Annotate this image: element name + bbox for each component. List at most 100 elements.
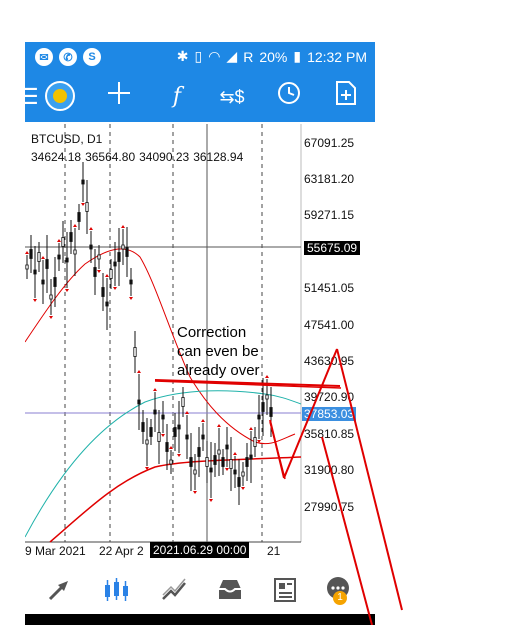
candle-body: [121, 244, 125, 250]
fractal-up-arrow: [137, 370, 141, 373]
candle-body: [37, 252, 41, 262]
fractal-up-arrow: [249, 427, 253, 430]
candle-body: [149, 427, 153, 437]
candle-body: [185, 434, 189, 440]
menu-icon[interactable]: ☰: [25, 80, 39, 114]
candle-body: [197, 447, 201, 457]
candle-body: [257, 414, 261, 420]
candle-body: [165, 442, 169, 452]
fractal-up-arrow: [265, 375, 269, 378]
annotation-line: already over: [177, 362, 260, 379]
candle-body: [173, 427, 177, 437]
candle-body: [153, 409, 157, 415]
candle-body: [113, 261, 117, 267]
battery-percent: 20%: [259, 48, 288, 65]
fractal-up-arrow: [89, 227, 93, 230]
candle-body: [265, 394, 269, 400]
annotation-line: can even be: [177, 343, 259, 360]
high-value: 36564.80: [85, 150, 136, 164]
fractal-down-arrow: [241, 487, 245, 490]
candle-body: [137, 399, 141, 405]
symbol-label: BTCUSD, D1: [31, 132, 103, 146]
candle-body: [45, 259, 49, 269]
price-tick: 39720.90: [304, 390, 355, 404]
candle-body: [225, 444, 229, 450]
candle-body: [233, 469, 237, 475]
open-value: 34624.18: [31, 150, 82, 164]
candle-body: [109, 269, 113, 279]
candle-body: [93, 267, 97, 277]
candle-body: [29, 249, 33, 259]
price-tick: 47541.00: [304, 318, 355, 332]
fractal-down-arrow: [193, 491, 197, 494]
bottom-nav: 1: [25, 562, 375, 617]
candle-body: [205, 457, 209, 467]
indicators-icon[interactable]: f: [160, 80, 194, 114]
fractal-up-arrow: [41, 256, 45, 259]
fractal-up-arrow: [153, 388, 157, 391]
fractal-up-arrow: [217, 424, 221, 427]
price-tick: 31900.80: [304, 463, 355, 477]
candle-body: [49, 294, 53, 300]
fractal-down-arrow: [49, 316, 53, 319]
candle-body: [133, 347, 137, 357]
crosshair-date-label: 2021.06.29 00:00: [150, 542, 250, 558]
message-icon: ✉: [35, 48, 53, 66]
candle-body: [101, 287, 105, 297]
candle-body: [129, 279, 133, 285]
fractal-up-arrow: [73, 224, 77, 227]
candle-body: [269, 407, 273, 417]
news-icon[interactable]: [268, 574, 302, 606]
price-tick: 27990.75: [304, 500, 355, 514]
fractal-down-arrow: [65, 289, 69, 292]
history-icon[interactable]: [157, 574, 191, 606]
crosshair-price-label: 55675.09: [304, 241, 361, 255]
candle-body: [193, 469, 197, 475]
candle-body: [217, 449, 221, 455]
status-bar: ✉ ✆ S ✱ ▯ ◠ ◢ R 20% ▮ 12:32 PM: [25, 42, 375, 72]
candle-body: [65, 257, 69, 263]
candle-body: [177, 424, 181, 430]
trade-icon[interactable]: [43, 574, 77, 606]
candle-body: [181, 397, 185, 407]
drawn-line: [269, 421, 286, 480]
candle-body: [189, 457, 193, 467]
current-price-label: 37853.03: [302, 407, 357, 421]
candle-body: [245, 457, 249, 467]
ohlc-values: 34624.18 36564.80 34090.23 36128.94: [31, 150, 243, 164]
candle-body: [141, 422, 145, 432]
fractal-up-arrow: [169, 446, 173, 449]
timeframe-icon[interactable]: [272, 80, 306, 114]
chat-icon[interactable]: 1: [321, 574, 355, 606]
candle-body: [89, 244, 93, 250]
date-tick: 21: [267, 544, 281, 558]
objects-icon[interactable]: ⇆$: [215, 80, 249, 114]
candle-body: [237, 477, 241, 487]
system-nav-bar: [25, 614, 375, 625]
candle-body: [25, 264, 29, 270]
fractal-down-arrow: [81, 203, 85, 206]
signal-icon: ◢: [226, 48, 238, 64]
fractal-down-arrow: [161, 434, 165, 437]
candle-body: [97, 254, 101, 260]
chart-icon[interactable]: [100, 574, 134, 606]
battery-icon: ▮: [293, 48, 302, 64]
wifi-icon: ◠: [208, 48, 221, 64]
fractal-down-arrow: [97, 270, 101, 273]
fractal-up-arrow: [57, 239, 61, 242]
fractal-up-arrow: [233, 452, 237, 455]
candle-body: [77, 212, 81, 222]
inbox-icon[interactable]: [213, 574, 247, 606]
fractal-up-arrow: [105, 274, 109, 277]
new-order-icon[interactable]: [329, 80, 363, 114]
low-value: 34090.23: [139, 150, 190, 164]
carrier-letter: R: [243, 48, 254, 65]
metatrader-logo-icon[interactable]: [43, 80, 77, 114]
candle-body: [41, 279, 45, 285]
candle-body: [61, 237, 65, 247]
candle-body: [117, 252, 121, 262]
bluetooth-icon: ✱: [176, 48, 189, 64]
crosshair-icon[interactable]: [102, 80, 136, 114]
vibrate-icon: ▯: [194, 48, 203, 64]
candle-body: [69, 232, 73, 242]
